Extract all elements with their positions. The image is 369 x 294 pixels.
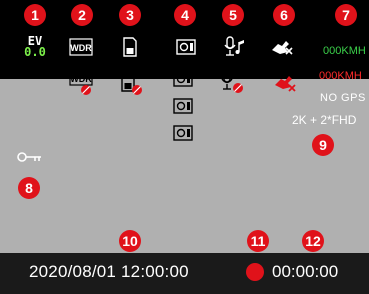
- badge-5: 5: [222, 4, 244, 26]
- badge-4: 4: [174, 4, 196, 26]
- resolution-label: 2K + 2*FHD: [292, 113, 357, 127]
- badge-2: 2: [71, 4, 93, 26]
- badge-9: 9: [312, 134, 334, 156]
- badge-6: 6: [273, 4, 295, 26]
- badge-1: 1: [24, 4, 46, 26]
- speed-readout: 000KMH: [323, 45, 366, 57]
- badge-11: 11: [247, 230, 269, 252]
- ev-value: 0.0: [24, 45, 46, 59]
- camera-lens-icon-2: [173, 71, 193, 87]
- wdr-icon-label: WDR: [70, 43, 92, 53]
- microphone-on-icon: [224, 36, 244, 56]
- record-timer: 00:00:00: [272, 262, 339, 281]
- sd-card-error-icon: [121, 72, 142, 95]
- camera-lens-icon-4: [173, 125, 193, 141]
- badge-7: 7: [335, 4, 357, 26]
- gps-status: NO GPS: [320, 92, 366, 104]
- speed-alert-readout: 000KMH: [319, 70, 362, 82]
- camera-lens-icon: [176, 39, 196, 55]
- microphone-off-icon: [221, 70, 243, 93]
- badge-3: 3: [119, 4, 141, 26]
- wdr-off-label: WDR: [70, 74, 92, 84]
- badge-12: 12: [302, 230, 324, 252]
- badge-10: 10: [119, 230, 141, 252]
- key-lock-icon: [17, 152, 41, 162]
- sd-card-icon: [123, 37, 137, 57]
- record-indicator-icon: [246, 263, 264, 281]
- badge-8: 8: [18, 177, 40, 199]
- parking-alert-icon: [275, 76, 296, 92]
- ev-indicator: EV 0.0: [23, 35, 47, 59]
- wdr-icon: WDR: [69, 38, 93, 56]
- dashcam-screen: 1 2 3 4 5 6 7 EV 0.0 WDR 000KMH WDR 000K…: [0, 0, 369, 294]
- wdr-off-icon: WDR: [69, 70, 93, 95]
- camera-lens-icon-3: [173, 98, 193, 114]
- parking-mode-icon: [272, 41, 293, 55]
- date-time: 2020/08/01 12:00:00: [29, 262, 189, 281]
